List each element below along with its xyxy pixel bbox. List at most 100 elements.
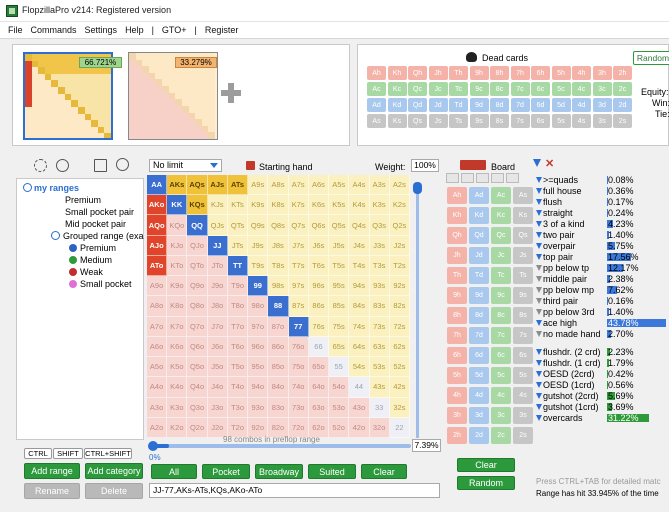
board-card[interactable]: 9d <box>469 287 489 304</box>
board-card[interactable]: 2h <box>447 427 467 444</box>
menu-gto[interactable]: GTO+ <box>158 25 191 35</box>
hand-cell[interactable]: 63s <box>369 336 390 358</box>
hand-cell[interactable]: AQo <box>147 215 168 236</box>
hand-cell[interactable]: JTo <box>207 255 228 277</box>
board-clear-button[interactable]: Clear <box>457 458 515 472</box>
filter-small-icon[interactable] <box>536 298 542 304</box>
dead-card[interactable]: Kc <box>387 82 407 96</box>
hand-cell[interactable]: 83o <box>268 397 289 418</box>
dead-card[interactable]: Qd <box>408 98 427 112</box>
hand-cell[interactable]: Q3s <box>369 215 390 236</box>
hand-cell[interactable]: JJ <box>207 235 228 256</box>
hand-cell[interactable]: T7o <box>227 316 249 337</box>
hand-cell[interactable]: QTo <box>187 255 208 277</box>
board-slot[interactable] <box>506 173 519 183</box>
hand-cell[interactable]: 66 <box>308 336 330 358</box>
hand-cell[interactable]: 85o <box>268 357 289 378</box>
hand-cell[interactable]: 85s <box>329 296 350 317</box>
search-icon[interactable] <box>116 158 129 171</box>
board-card[interactable]: 4c <box>491 387 511 404</box>
hand-cell[interactable]: Q2o <box>187 417 208 438</box>
menu-help[interactable]: Help <box>121 25 148 35</box>
hand-cell[interactable]: 75s <box>329 316 350 337</box>
hand-cell[interactable]: T3s <box>369 255 390 277</box>
hand-cell[interactable]: J3s <box>369 235 390 256</box>
hand-cell[interactable]: K4o <box>167 377 188 398</box>
filter-small-icon[interactable] <box>536 415 542 421</box>
dead-card[interactable]: 3c <box>592 82 612 96</box>
dead-card[interactable]: 8h <box>490 66 509 80</box>
delete-button[interactable]: Delete <box>85 483 143 499</box>
hand-cell[interactable]: 92s <box>389 276 410 297</box>
hand-cell[interactable]: 74o <box>288 377 309 398</box>
dead-card[interactable]: 7c <box>510 82 530 96</box>
hand-cell[interactable]: 63o <box>308 397 330 418</box>
hand-cell[interactable]: Q4o <box>187 377 208 398</box>
hand-cell[interactable]: T9o <box>227 276 249 297</box>
board-card[interactable]: Js <box>513 247 533 264</box>
board-card[interactable]: Qd <box>469 227 489 244</box>
hand-cell[interactable]: AKs <box>167 175 188 196</box>
hand-cell[interactable]: J7o <box>207 316 228 337</box>
hand-cell[interactable]: T8s <box>268 255 289 277</box>
hand-cell[interactable]: T5s <box>329 255 350 277</box>
hand-cell[interactable]: KQo <box>167 215 188 236</box>
tree-subitem[interactable]: Weak <box>80 267 103 277</box>
dead-card[interactable]: Td <box>449 98 468 112</box>
dead-card[interactable]: Jc <box>428 82 448 96</box>
dead-card[interactable]: 5c <box>551 82 571 96</box>
board-card[interactable]: 6d <box>469 347 489 364</box>
dead-card[interactable]: Ad <box>367 98 386 112</box>
hand-cell[interactable]: Q6o <box>187 336 208 358</box>
board-card[interactable]: 5s <box>513 367 533 384</box>
hand-cell[interactable]: J9s <box>248 235 269 256</box>
board-card[interactable]: Jh <box>447 247 467 264</box>
dead-card[interactable]: 9d <box>469 98 489 112</box>
dead-card[interactable]: 7h <box>510 66 530 80</box>
hand-cell[interactable]: 97o <box>248 316 269 337</box>
board-card[interactable]: Kd <box>469 207 489 224</box>
board-card[interactable]: 4s <box>513 387 533 404</box>
hand-cell[interactable]: Q7o <box>187 316 208 337</box>
board-card[interactable]: 4h <box>447 387 467 404</box>
tree-group-icon[interactable] <box>51 231 60 240</box>
hand-cell[interactable]: K2s <box>389 195 410 216</box>
hand-cell[interactable]: K9s <box>248 195 269 216</box>
random-dead-button[interactable]: Random <box>633 51 669 65</box>
hand-cell[interactable]: 88 <box>268 296 289 317</box>
menu-settings[interactable]: Settings <box>81 25 122 35</box>
dead-card[interactable]: 8d <box>490 98 509 112</box>
tree-root-icon[interactable] <box>23 183 32 192</box>
hand-cell[interactable]: 64o <box>308 377 330 398</box>
board-card[interactable]: 6h <box>447 347 467 364</box>
dead-card[interactable]: Ah <box>367 66 386 80</box>
hand-cell[interactable]: 55 <box>329 357 350 378</box>
dead-card[interactable]: 9s <box>469 114 489 128</box>
board-card[interactable]: Ah <box>447 187 467 204</box>
hand-cell[interactable]: K3o <box>167 397 188 418</box>
filter-icon[interactable] <box>533 159 541 167</box>
hand-cell[interactable]: 73s <box>369 316 390 337</box>
hand-cell[interactable]: 77 <box>288 316 309 337</box>
board-card[interactable]: Td <box>469 267 489 284</box>
hand-cell[interactable]: 73o <box>288 397 309 418</box>
hand-cell[interactable]: 44 <box>349 377 370 398</box>
hand-cell[interactable]: A7o <box>147 316 168 337</box>
dead-card[interactable]: Kd <box>387 98 407 112</box>
range-text-input[interactable]: JJ-77,AKs-ATs,KQs,AKo-ATo <box>149 483 440 498</box>
hand-cell[interactable]: J8o <box>207 296 228 317</box>
hand-cell[interactable]: 86s <box>308 296 330 317</box>
board-card[interactable]: 3c <box>491 407 511 424</box>
hand-cell[interactable]: A5s <box>329 175 350 196</box>
dead-card[interactable]: 3d <box>592 98 612 112</box>
dead-card[interactable]: 4c <box>572 82 591 96</box>
hand-cell[interactable]: KQs <box>187 195 208 216</box>
filter-small-icon[interactable] <box>536 188 542 194</box>
hand-cell[interactable]: K8o <box>167 296 188 317</box>
weight-slider-handle[interactable] <box>413 182 422 194</box>
board-card[interactable]: Ks <box>513 207 533 224</box>
user-icon[interactable] <box>56 159 69 172</box>
hand-cell[interactable]: 84s <box>349 296 370 317</box>
hand-cell[interactable]: J3o <box>207 397 228 418</box>
add-category-button[interactable]: Add category <box>85 463 143 479</box>
